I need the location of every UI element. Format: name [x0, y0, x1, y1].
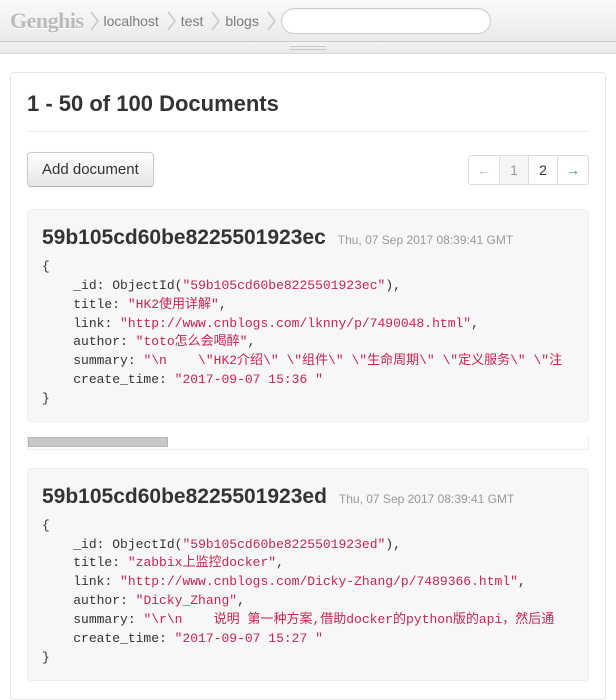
document-json: { _id: ObjectId("59b105cd60be8225501923e… — [42, 258, 574, 409]
pager-page-button[interactable]: 1 — [499, 155, 529, 185]
add-document-button[interactable]: Add document — [27, 152, 154, 187]
breadcrumb-item[interactable]: blogs — [221, 13, 266, 29]
document-json: { _id: ObjectId("59b105cd60be8225501923e… — [42, 517, 574, 668]
pager-prev-button[interactable]: ← — [468, 155, 500, 185]
scrollbar-thumb[interactable] — [28, 437, 168, 447]
breadcrumb-item[interactable]: test — [177, 13, 212, 29]
document-id[interactable]: 59b105cd60be8225501923ec — [42, 226, 326, 250]
chevron-right-icon — [211, 9, 221, 33]
content-panel: 1 - 50 of 100 Documents Add document ← 1… — [10, 72, 606, 700]
chevron-right-icon — [267, 9, 277, 33]
document-body: { _id: ObjectId("59b105cd60be8225501923e… — [42, 258, 574, 409]
document-id[interactable]: 59b105cd60be8225501923ed — [42, 485, 327, 509]
document-card: 59b105cd60be8225501923ed Thu, 07 Sep 201… — [27, 468, 589, 681]
breadcrumb: localhost test blogs — [90, 9, 277, 33]
chevron-right-icon — [90, 9, 100, 33]
chevron-right-icon — [167, 9, 177, 33]
toolbar: Add document ← 1 2 → — [27, 152, 589, 187]
page-title: 1 - 50 of 100 Documents — [27, 91, 589, 132]
horizontal-scrollbar[interactable] — [27, 436, 589, 450]
pager-next-button[interactable]: → — [557, 155, 589, 185]
search — [281, 8, 491, 34]
search-input[interactable] — [281, 8, 491, 34]
document-date: Thu, 07 Sep 2017 08:39:41 GMT — [338, 233, 513, 247]
document-card: 59b105cd60be8225501923ec Thu, 07 Sep 201… — [27, 209, 589, 422]
document-date: Thu, 07 Sep 2017 08:39:41 GMT — [339, 492, 514, 506]
pager-page-button[interactable]: 2 — [528, 155, 558, 185]
document-body: { _id: ObjectId("59b105cd60be8225501923e… — [42, 517, 574, 668]
brand-logo[interactable]: Genghis — [8, 8, 90, 34]
navbar: Genghis localhost test blogs — [0, 0, 616, 42]
resize-grip[interactable] — [0, 42, 616, 54]
breadcrumb-item[interactable]: localhost — [100, 13, 167, 29]
pager: ← 1 2 → — [469, 155, 589, 185]
